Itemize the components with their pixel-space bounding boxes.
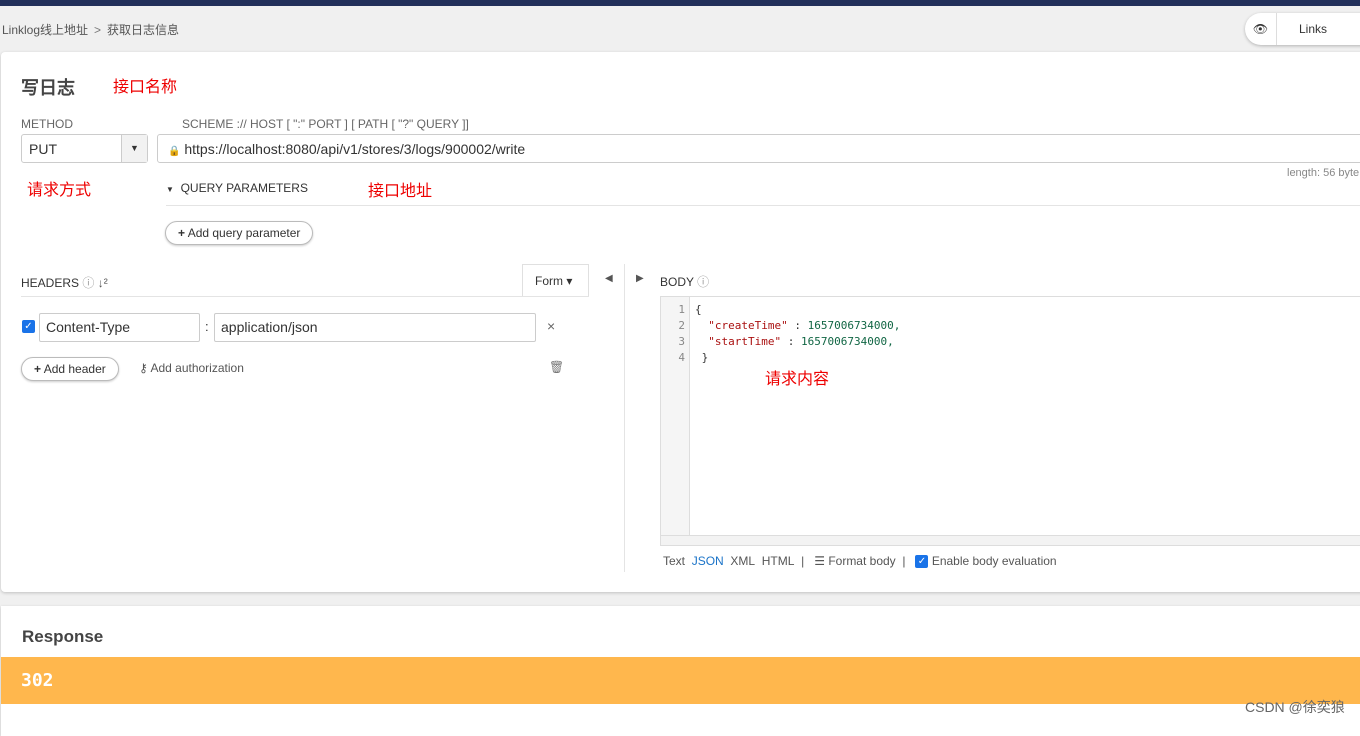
- breadcrumb-parent[interactable]: Linklog线上地址: [2, 23, 88, 37]
- add-query-label: Add query parameter: [187, 226, 301, 240]
- url-value: https://localhost:8080/api/v1/stores/3/l…: [184, 141, 526, 157]
- breadcrumb: Linklog线上地址 > 获取日志信息: [2, 21, 179, 38]
- body-editor[interactable]: 1234 { "createTime" : 1657006734000, "st…: [660, 296, 1360, 546]
- sort-icon: ↓²: [97, 276, 108, 290]
- links-label: Links: [1299, 22, 1328, 36]
- breadcrumb-current: 获取日志信息: [107, 23, 180, 37]
- line-numbers: 1234: [661, 297, 690, 537]
- add-query-parameter-button[interactable]: + Add query parameter: [165, 221, 314, 245]
- header-name-input[interactable]: Content-Type: [39, 313, 200, 342]
- plus-icon: +: [178, 226, 186, 240]
- annotation-name: 接口名称: [113, 79, 178, 96]
- header-enabled-checkbox[interactable]: ✓: [22, 320, 35, 333]
- format-html[interactable]: HTML: [762, 554, 795, 568]
- query-params-toggle[interactable]: ▼ QUERY PARAMETERS: [166, 181, 308, 195]
- format-body-button[interactable]: ☰ Format body: [814, 554, 895, 568]
- chevron-right-icon: >: [94, 23, 102, 37]
- lock-icon: 🔒: [168, 146, 181, 157]
- top-bar: [0, 0, 1360, 6]
- annotation-url: 接口地址: [368, 183, 433, 200]
- divider: [166, 205, 1360, 206]
- trash-icon[interactable]: 🗑: [549, 360, 564, 374]
- plus-icon: +: [34, 362, 42, 376]
- close-icon[interactable]: ×: [547, 318, 555, 334]
- enable-eval-checkbox[interactable]: ✓: [915, 555, 929, 569]
- status-bar: 302: [1, 657, 1360, 704]
- add-authorization-button[interactable]: ⚷ Add authorization: [139, 361, 244, 375]
- length-text: length: 56 byte: [1287, 167, 1360, 179]
- eye-icon: 👁: [1245, 13, 1277, 45]
- divider: [21, 296, 589, 297]
- body-code: { "createTime" : 1657006734000, "startTi…: [695, 303, 901, 364]
- add-header-button[interactable]: + Add header: [21, 357, 119, 381]
- colon: :: [205, 319, 209, 334]
- help-icon: ⓘ: [697, 275, 710, 289]
- query-params-label: QUERY PARAMETERS: [180, 181, 308, 195]
- format-xml[interactable]: XML: [730, 554, 755, 568]
- url-input[interactable]: 🔒 https://localhost:8080/api/v1/stores/3…: [157, 134, 1360, 163]
- annotation-method: 请求方式: [27, 182, 92, 199]
- response-title: Response: [22, 627, 104, 646]
- body-footer: Text JSON XML HTML | ☰ Format body | ✓ E…: [663, 554, 1057, 569]
- resize-handle[interactable]: [661, 535, 1360, 545]
- method-label: METHOD: [21, 117, 73, 131]
- method-value: PUT: [29, 141, 57, 157]
- headers-label: HEADERS ⓘ ↓²: [21, 276, 108, 290]
- caret-down-icon: ▼: [121, 135, 147, 162]
- caret-down-icon: ▼: [166, 185, 174, 194]
- add-header-label: Add header: [43, 362, 106, 376]
- method-select[interactable]: PUT ▼: [21, 134, 148, 163]
- response-panel: Response 302: [1, 606, 1360, 736]
- enable-eval-label: Enable body evaluation: [931, 554, 1057, 568]
- annotation-body: 请求内容: [765, 371, 830, 388]
- format-icon: ☰: [814, 554, 825, 568]
- form-toggle[interactable]: Form ▾: [522, 264, 589, 297]
- header-value-input[interactable]: application/json: [214, 313, 536, 342]
- divider: [624, 264, 625, 572]
- request-panel: 写日志 接口名称 METHOD SCHEME :// HOST [ ":" PO…: [1, 52, 1360, 592]
- request-title: 写日志: [21, 78, 75, 98]
- watermark: CSDN @徐奕狼: [1245, 699, 1345, 715]
- help-icon: ⓘ: [82, 276, 95, 290]
- body-label: BODY ⓘ: [660, 275, 710, 289]
- links-button[interactable]: 👁 Links: [1245, 13, 1360, 45]
- format-json[interactable]: JSON: [692, 554, 724, 568]
- url-label: SCHEME :// HOST [ ":" PORT ] [ PATH [ "?…: [182, 117, 469, 131]
- format-text[interactable]: Text: [663, 554, 685, 568]
- expand-right-icon[interactable]: ▶: [636, 273, 644, 284]
- collapse-left-icon[interactable]: ◀: [605, 273, 613, 284]
- key-icon: ⚷: [139, 361, 148, 375]
